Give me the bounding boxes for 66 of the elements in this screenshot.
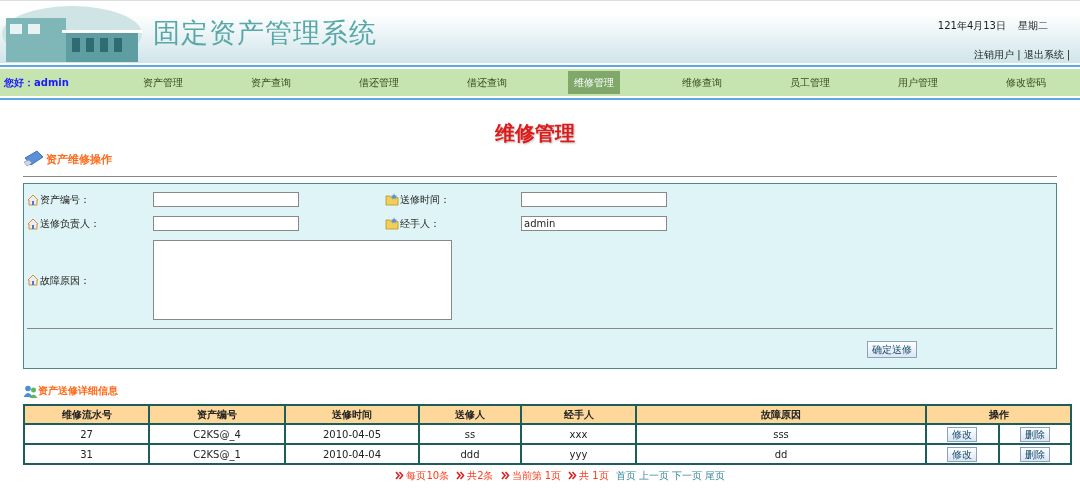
date-text: 121年4月13日 <box>937 19 1006 33</box>
pager-info: 每页10条 <box>406 469 450 483</box>
greeting-text: 您好： <box>4 76 34 90</box>
submit-button[interactable]: 确定送修 <box>867 341 917 358</box>
table-cell: 2010-04-04 <box>285 444 419 464</box>
double-chevron-icon <box>568 471 578 480</box>
table-cell: yyy <box>521 444 636 464</box>
nav-tab[interactable]: 资产查询 <box>244 71 297 94</box>
user-name: admin <box>34 76 69 90</box>
nav-tab[interactable]: 修改密码 <box>1000 71 1052 94</box>
header-link[interactable]: 退出系统 <box>1023 47 1064 62</box>
nav-tab[interactable]: 借还查询 <box>460 71 513 94</box>
text-field[interactable] <box>153 192 299 207</box>
text-field[interactable] <box>521 192 667 207</box>
column-header: 故障原因 <box>636 405 926 424</box>
house-icon <box>27 217 39 230</box>
double-chevron-icon <box>456 471 466 480</box>
pager-info: 共2条 <box>467 469 494 483</box>
column-header: 操作 <box>926 405 1071 424</box>
column-header: 送修时间 <box>285 405 419 424</box>
fault-reason-field[interactable] <box>153 240 452 320</box>
users-icon <box>23 385 38 398</box>
separator-text: | <box>1017 48 1021 62</box>
nav-tab[interactable]: 维修查询 <box>676 71 729 94</box>
text-field[interactable]: admin <box>521 216 667 231</box>
nav-tab[interactable]: 员工管理 <box>784 71 837 94</box>
folder-icon <box>385 217 399 230</box>
field-label: 故障原因： <box>40 273 90 288</box>
row-action-button[interactable]: 修改 <box>947 426 978 442</box>
separator-text: | <box>1066 48 1070 62</box>
table-cell: ddd <box>419 444 521 464</box>
table-cell: dd <box>636 444 926 464</box>
field-label: 送修时间： <box>400 193 450 207</box>
text-field[interactable] <box>153 216 299 231</box>
field-label: 经手人： <box>400 217 440 231</box>
page-title: 维修管理 <box>495 120 575 147</box>
column-header: 送修人 <box>419 405 521 424</box>
field-label: 送修负责人： <box>40 217 100 231</box>
house-icon <box>27 193 39 206</box>
double-chevron-icon <box>395 471 405 480</box>
pager-link[interactable]: 下一页 <box>671 468 702 483</box>
double-chevron-icon <box>500 471 510 480</box>
pager-link[interactable]: 上一页 <box>638 468 669 483</box>
column-header: 资产编号 <box>149 405 285 424</box>
section-heading: 资产维修操作 <box>46 151 112 168</box>
pager-info: 当前第 1页 <box>511 469 562 483</box>
table-cell: 31 <box>24 444 149 464</box>
column-header: 维修流水号 <box>24 405 149 424</box>
nav-tab[interactable]: 资产管理 <box>136 71 189 94</box>
pager-link[interactable]: 首页 <box>615 468 636 483</box>
pager-link[interactable]: 尾页 <box>704 468 725 483</box>
header-link[interactable]: 注销用户 <box>974 47 1015 62</box>
row-action-button[interactable]: 修改 <box>947 446 978 462</box>
pager-info: 共 1页 <box>579 469 609 483</box>
section-heading: 资产送修详细信息 <box>38 384 118 398</box>
weekday-text: 星期二 <box>1018 19 1048 33</box>
row-action-button[interactable]: 删除 <box>1019 426 1050 442</box>
nav-tab[interactable]: 借还管理 <box>352 71 405 94</box>
folder-icon <box>385 193 399 206</box>
house-icon <box>27 274 39 286</box>
column-header: 经手人 <box>521 405 636 424</box>
table-cell: C2KS@_1 <box>149 444 285 464</box>
nav-tab[interactable]: 用户管理 <box>892 71 945 94</box>
field-label: 资产编号： <box>40 193 90 207</box>
row-action-button[interactable]: 删除 <box>1019 446 1050 462</box>
system-title: 固定资产管理系统 <box>153 15 377 50</box>
